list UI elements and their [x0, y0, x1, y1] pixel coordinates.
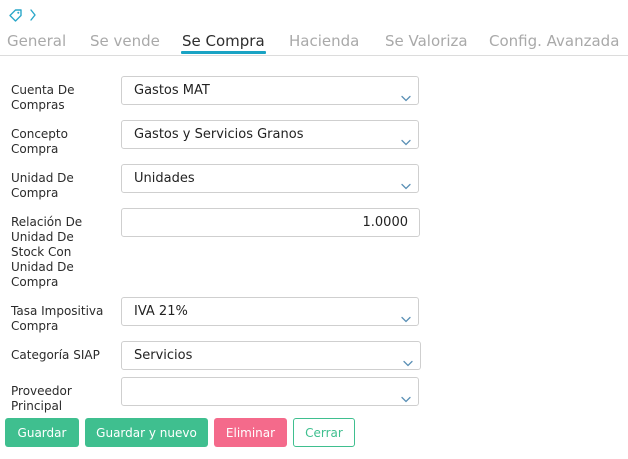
- active-tab-indicator: [181, 51, 266, 54]
- chevron-down-icon: [403, 352, 413, 371]
- page: General Se vende Se Compra Hacienda Se V…: [0, 0, 628, 459]
- guardar-nuevo-button[interactable]: Guardar y nuevo: [85, 418, 208, 447]
- chevron-down-icon: [401, 388, 411, 407]
- tasa-impositiva-label: Tasa Impositiva Compra: [11, 304, 104, 333]
- cuenta-compras-label: Cuenta De Compras: [11, 83, 75, 112]
- tab-se-valoriza[interactable]: Se Valoriza: [385, 32, 468, 50]
- unidad-compra-select[interactable]: Unidades: [121, 164, 419, 193]
- tab-se-compra[interactable]: Se Compra: [182, 32, 265, 50]
- cuenta-compras-value: Gastos MAT: [134, 83, 210, 98]
- concepto-compra-select[interactable]: Gastos y Servicios Granos: [121, 120, 419, 149]
- categoria-siap-value: Servicios: [134, 348, 193, 363]
- unidad-compra-label: Unidad De Compra: [11, 171, 74, 200]
- tab-se-vende[interactable]: Se vende: [90, 32, 160, 50]
- guardar-button[interactable]: Guardar: [5, 418, 79, 447]
- concepto-compra-label: Concepto Compra: [11, 127, 68, 156]
- breadcrumb: [8, 7, 37, 23]
- tasa-impositiva-select[interactable]: IVA 21%: [121, 297, 419, 326]
- relacion-unidad-label: Relación De Unidad De Stock Con Unidad D…: [11, 215, 83, 289]
- tab-bar: General Se vende Se Compra Hacienda Se V…: [0, 30, 628, 56]
- chevron-right-icon: [29, 8, 37, 22]
- chevron-down-icon: [401, 308, 411, 327]
- concepto-compra-value: Gastos y Servicios Granos: [134, 127, 304, 142]
- relacion-unidad-value: 1.0000: [362, 215, 409, 230]
- proveedor-principal-select[interactable]: [121, 377, 419, 406]
- tab-general[interactable]: General: [7, 32, 66, 50]
- categoria-siap-label: Categoría SIAP: [11, 348, 100, 362]
- chevron-down-icon: [401, 131, 411, 150]
- tasa-impositiva-value: IVA 21%: [134, 304, 188, 319]
- tab-config-avanzada[interactable]: Config. Avanzada: [489, 32, 619, 50]
- eliminar-button[interactable]: Eliminar: [214, 418, 287, 447]
- categoria-siap-select[interactable]: Servicios: [121, 341, 421, 370]
- chevron-down-icon: [401, 87, 411, 106]
- cuenta-compras-select[interactable]: Gastos MAT: [121, 76, 419, 105]
- proveedor-principal-label: Proveedor Principal: [11, 384, 72, 413]
- chevron-down-icon: [401, 175, 411, 194]
- cerrar-button[interactable]: Cerrar: [293, 418, 355, 447]
- relacion-unidad-input[interactable]: 1.0000: [121, 208, 420, 237]
- unidad-compra-value: Unidades: [134, 171, 195, 186]
- tag-icon[interactable]: [8, 8, 23, 22]
- tab-hacienda[interactable]: Hacienda: [289, 32, 359, 50]
